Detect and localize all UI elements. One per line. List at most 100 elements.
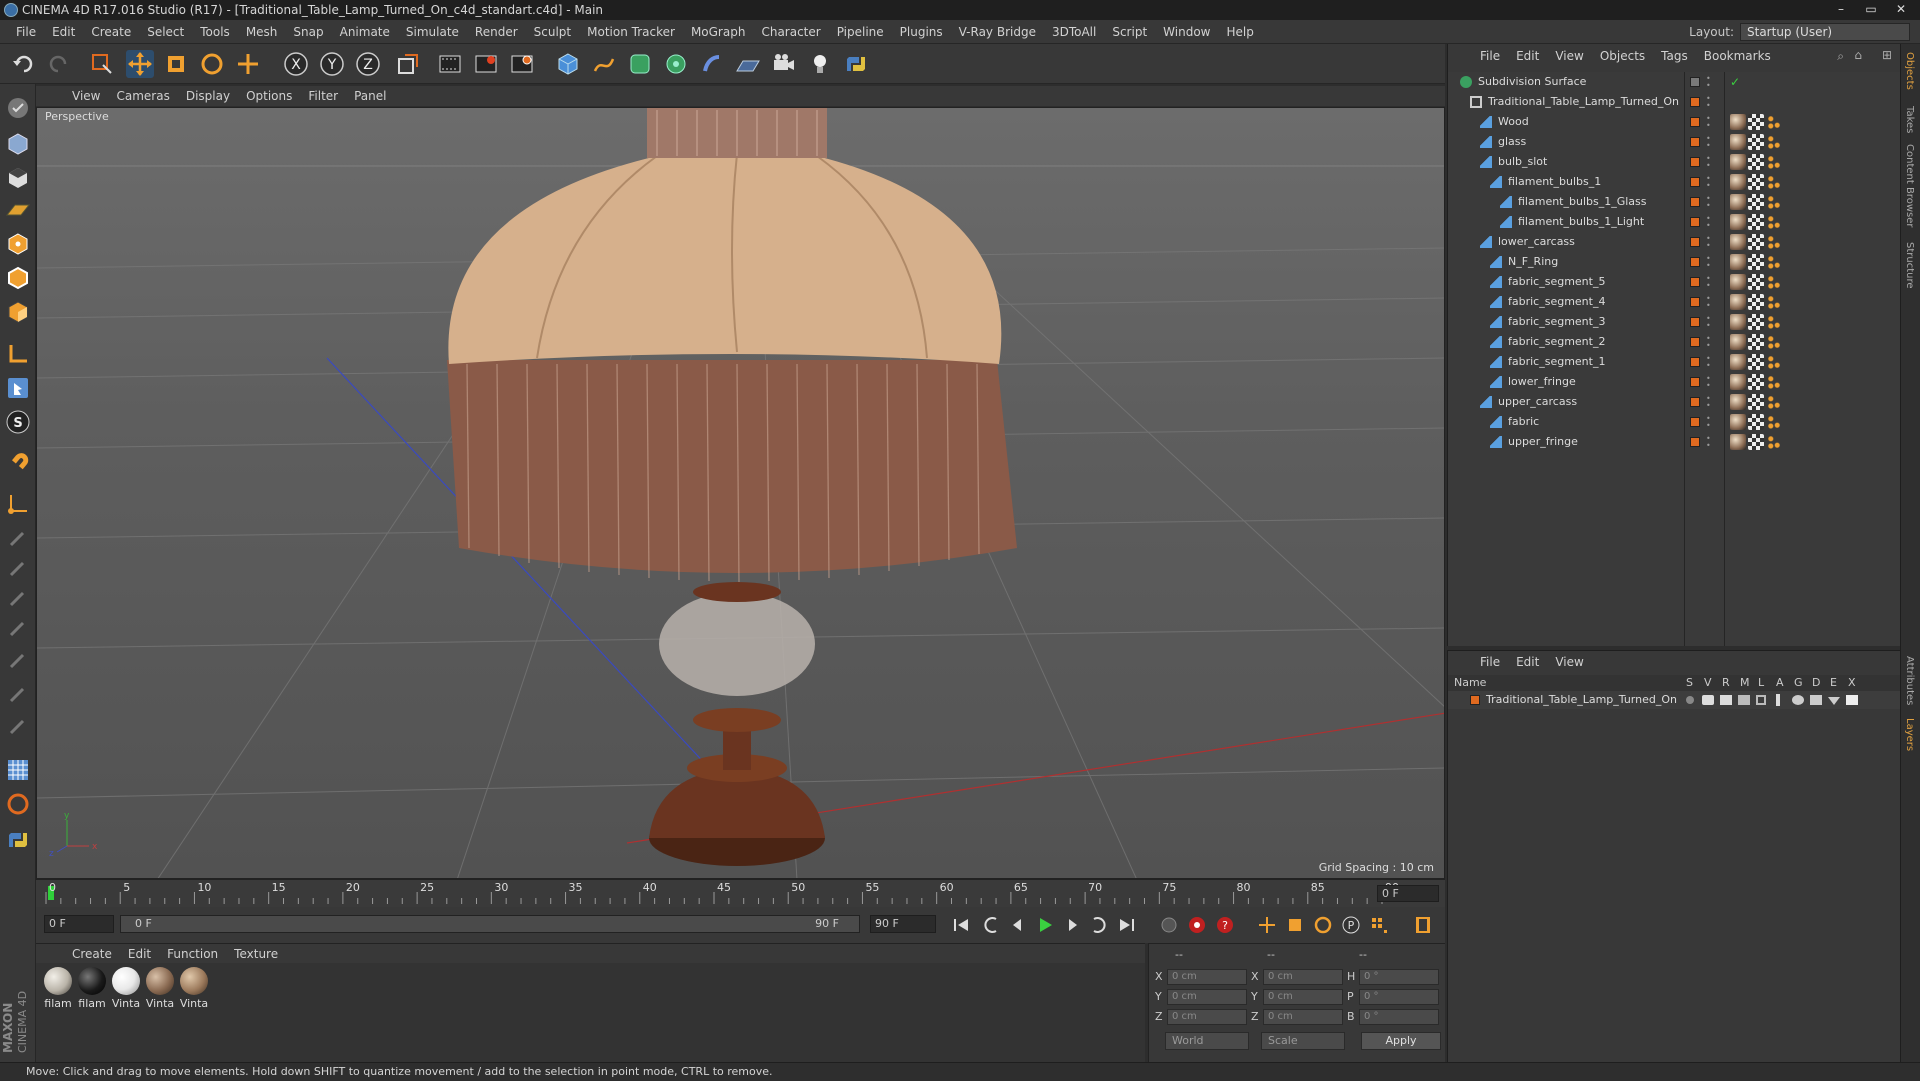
layer-color-dot[interactable]: [1690, 277, 1700, 287]
object-row[interactable]: filament_bulbs_1_Light • •: [1448, 212, 1901, 232]
layer-color-dot[interactable]: [1690, 117, 1700, 127]
layer-color-dot[interactable]: [1690, 237, 1700, 247]
key-pla-icon[interactable]: [1366, 913, 1392, 937]
phong-tag-icon[interactable]: [1766, 114, 1782, 130]
menu-snap[interactable]: Snap: [285, 25, 331, 39]
brush-tool-icon-5[interactable]: [4, 646, 32, 674]
uvw-tag-icon[interactable]: [1748, 374, 1764, 390]
layer-color-dot[interactable]: [1690, 197, 1700, 207]
material-swatch[interactable]: filam: [76, 967, 108, 1010]
phong-tag-icon[interactable]: [1766, 174, 1782, 190]
object-name[interactable]: fabric_segment_5: [1508, 272, 1605, 292]
objects-menu-view[interactable]: View: [1547, 49, 1591, 63]
visibility-toggle[interactable]: • •: [1706, 435, 1712, 450]
object-row[interactable]: filament_bulbs_1_Glass • •: [1448, 192, 1901, 212]
move-tool-icon[interactable]: [126, 50, 154, 78]
menu-script[interactable]: Script: [1104, 25, 1155, 39]
uvw-tag-icon[interactable]: [1748, 394, 1764, 410]
layer-color-dot[interactable]: [1690, 157, 1700, 167]
rotate-tool-icon[interactable]: [198, 50, 226, 78]
material-tag-icon[interactable]: [1730, 354, 1746, 370]
brush-tool-icon-2[interactable]: [4, 554, 32, 582]
phong-tag-icon[interactable]: [1766, 354, 1782, 370]
object-row[interactable]: fabric • •: [1448, 412, 1901, 432]
menu-sculpt[interactable]: Sculpt: [526, 25, 579, 39]
material-tag-icon[interactable]: [1730, 154, 1746, 170]
menu-motion-tracker[interactable]: Motion Tracker: [579, 25, 683, 39]
visibility-toggle[interactable]: • •: [1706, 375, 1712, 390]
object-row[interactable]: Subdivision Surface • • ✓: [1448, 72, 1901, 92]
object-name[interactable]: filament_bulbs_1_Light: [1518, 212, 1644, 232]
workplane-icon[interactable]: [4, 196, 32, 224]
phong-tag-icon[interactable]: [1766, 134, 1782, 150]
menu-render[interactable]: Render: [467, 25, 526, 39]
object-name[interactable]: N_F_Ring: [1508, 252, 1558, 272]
menu-select[interactable]: Select: [139, 25, 192, 39]
key-scale-icon[interactable]: [1282, 913, 1308, 937]
floor-scene-icon[interactable]: [734, 50, 762, 78]
layer-expressions-icon[interactable]: [1828, 697, 1840, 705]
layer-visibility-eye-icon[interactable]: [1702, 695, 1714, 705]
edges-mode-icon[interactable]: [4, 264, 32, 292]
points-mode-icon[interactable]: [4, 230, 32, 258]
object-row[interactable]: fabric_segment_2 • •: [1448, 332, 1901, 352]
visibility-toggle[interactable]: • •: [1706, 355, 1712, 370]
object-name[interactable]: Wood: [1498, 112, 1529, 132]
material-swatch[interactable]: filam: [42, 967, 74, 1010]
objects-menu-objects[interactable]: Objects: [1592, 49, 1653, 63]
python-icon[interactable]: [842, 50, 870, 78]
layer-solo-icon[interactable]: [1686, 696, 1694, 704]
menu-character[interactable]: Character: [753, 25, 828, 39]
transform-tool-icon[interactable]: [234, 50, 262, 78]
timeline-ruler[interactable]: 051015202530354045505560657075808590 0 F: [36, 879, 1445, 907]
uvw-tag-icon[interactable]: [1748, 334, 1764, 350]
tweak-mode-icon[interactable]: [4, 374, 32, 402]
visibility-toggle[interactable]: • •: [1706, 215, 1712, 230]
object-row[interactable]: Wood • •: [1448, 112, 1901, 132]
objects-menu-tags[interactable]: Tags: [1653, 49, 1696, 63]
object-row[interactable]: fabric_segment_5 • •: [1448, 272, 1901, 292]
object-row[interactable]: bulb_slot • •: [1448, 152, 1901, 172]
phong-tag-icon[interactable]: [1766, 434, 1782, 450]
object-name[interactable]: bulb_slot: [1498, 152, 1547, 172]
visibility-toggle[interactable]: • •: [1706, 255, 1712, 270]
coord-rot-h-field[interactable]: 0 °: [1359, 969, 1439, 985]
layers-menu-file[interactable]: File: [1472, 655, 1508, 669]
render-picture-viewer-icon[interactable]: [472, 50, 500, 78]
render-view-icon[interactable]: [436, 50, 464, 78]
object-row[interactable]: upper_fringe • •: [1448, 432, 1901, 452]
material-tag-icon[interactable]: [1730, 414, 1746, 430]
python-script-icon[interactable]: [4, 826, 32, 854]
apply-button[interactable]: Apply: [1361, 1032, 1441, 1050]
material-tag-icon[interactable]: [1730, 194, 1746, 210]
layer-deformers-icon[interactable]: [1810, 695, 1822, 705]
object-name[interactable]: Traditional_Table_Lamp_Turned_On: [1488, 92, 1679, 112]
layer-manager-icon[interactable]: [1738, 695, 1750, 705]
object-name[interactable]: fabric_segment_2: [1508, 332, 1605, 352]
object-name[interactable]: fabric_segment_4: [1508, 292, 1605, 312]
visibility-toggle[interactable]: • •: [1706, 195, 1712, 210]
uvw-tag-icon[interactable]: [1748, 114, 1764, 130]
uvw-tag-icon[interactable]: [1748, 154, 1764, 170]
layer-row[interactable]: Traditional_Table_Lamp_Turned_On: [1448, 691, 1901, 709]
tab-structure[interactable]: Structure: [1904, 242, 1915, 289]
brush-tool-icon-1[interactable]: [4, 524, 32, 552]
tab-takes[interactable]: Takes: [1904, 106, 1915, 133]
material-swatch[interactable]: Vinta: [144, 967, 176, 1010]
layer-color-dot[interactable]: [1690, 257, 1700, 267]
spline-pen-icon[interactable]: [590, 50, 618, 78]
layer-color-swatch[interactable]: [1470, 695, 1480, 705]
preview-range-slider[interactable]: 0 F 90 F: [120, 915, 860, 933]
snapping-icon[interactable]: S: [4, 408, 32, 436]
undo-icon[interactable]: [10, 50, 38, 78]
material-tag-icon[interactable]: [1730, 134, 1746, 150]
brush-tool-icon-4[interactable]: [4, 614, 32, 642]
menu-window[interactable]: Window: [1155, 25, 1218, 39]
material-menu-function[interactable]: Function: [159, 947, 226, 961]
material-tag-icon[interactable]: [1730, 234, 1746, 250]
material-tag-icon[interactable]: [1730, 374, 1746, 390]
objects-menu-bookmarks[interactable]: Bookmarks: [1696, 49, 1779, 63]
object-name[interactable]: fabric: [1508, 412, 1539, 432]
end-frame-field[interactable]: 90 F: [870, 915, 936, 933]
visibility-toggle[interactable]: • •: [1706, 175, 1712, 190]
